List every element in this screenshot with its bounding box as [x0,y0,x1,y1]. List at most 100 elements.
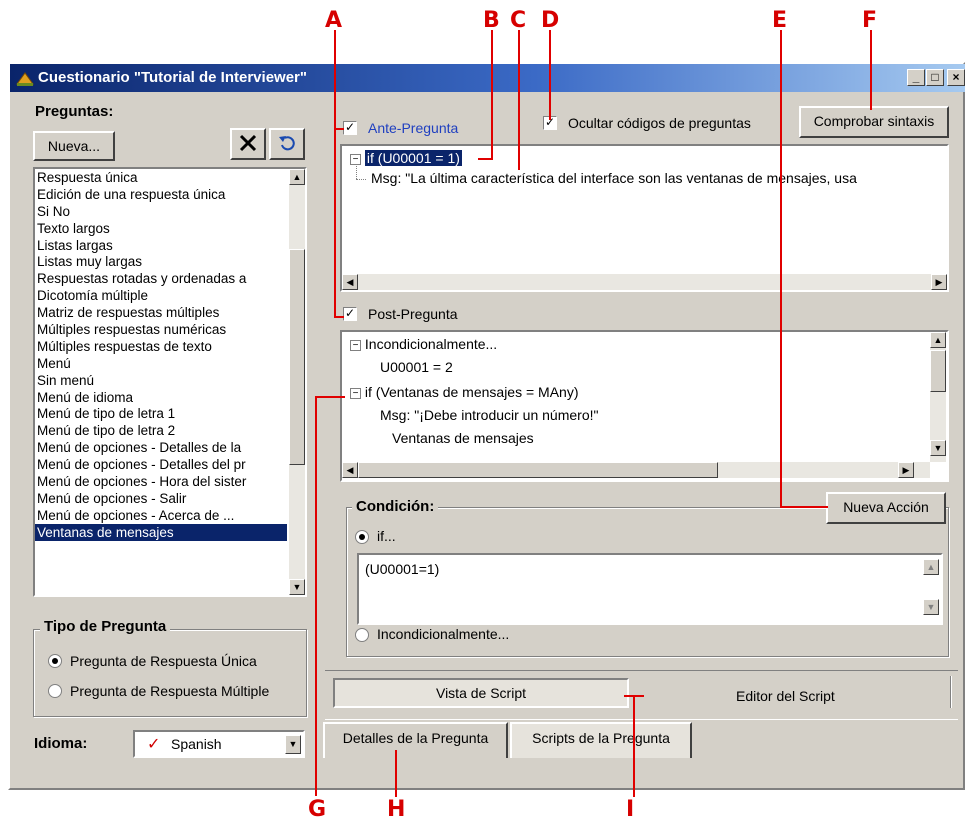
list-item[interactable]: Edición de una respuesta única [35,186,287,203]
list-item[interactable]: Menú de opciones - Detalles de la [35,439,287,456]
radio-single-answer[interactable] [48,654,62,668]
ante-if-node[interactable]: if (U00001 = 1) [364,150,462,166]
tab-question-scripts[interactable]: Scripts de la Pregunta [510,722,692,758]
list-item[interactable]: Menú de tipo de letra 2 [35,422,287,439]
callout-line-a [334,128,336,318]
list-item[interactable]: Sin menú [35,372,287,389]
list-item[interactable]: Matriz de respuestas múltiples [35,304,287,321]
list-item[interactable]: Menú de opciones - Detalles del pr [35,456,287,473]
callout-line-b [491,30,493,160]
post-assign-node[interactable]: U00001 = 2 [380,359,453,375]
radio-unconditional-label: Incondicionalmente... [377,626,510,642]
list-item[interactable]: Respuesta única [35,169,287,186]
list-item[interactable]: Menú de opciones - Hora del sister [35,473,287,490]
list-item[interactable]: Texto largos [35,220,287,237]
language-select[interactable]: ✓ Spanish ▼ [133,730,305,758]
list-item[interactable]: Menú [35,355,287,372]
post-question-tree[interactable]: − Incondicionalmente... U00001 = 2 − if … [340,330,949,482]
list-item[interactable]: Múltiples respuestas numéricas [35,321,287,338]
callout-line-e [780,30,782,508]
radio-unconditional[interactable] [355,628,369,642]
callout-line-h [395,750,397,797]
scroll-down-button[interactable]: ▼ [923,599,939,615]
radio-multiple-answer[interactable] [48,684,62,698]
post-if-node[interactable]: if (Ventanas de mensajes = MAny) [365,384,579,400]
close-button[interactable]: × [947,69,965,86]
list-item[interactable]: Menú de opciones - Acerca de ... [35,507,287,524]
list-item[interactable]: Ventanas de mensajes [35,523,287,541]
app-icon [16,72,34,86]
callout-line-a [334,316,344,318]
list-item[interactable]: Si No [35,203,287,220]
undo-button[interactable] [269,128,305,160]
callout-i: I [626,797,635,822]
undo-icon [279,136,295,151]
tab-strip-line [325,719,958,720]
radio-if[interactable] [355,530,369,544]
post-goto-node[interactable]: Ventanas de mensajes [392,430,534,446]
post-unconditional-node[interactable]: Incondicionalmente... [365,336,497,352]
callout-line-d [549,30,551,120]
scroll-down-button[interactable]: ▼ [289,579,305,595]
list-item[interactable]: Menú de opciones - Salir [35,490,287,507]
condition-scrollbar[interactable]: ▲ ▼ [923,559,939,619]
post-msg-node[interactable]: Msg: "¡Debe introducir un número!" [380,407,598,423]
tree-connector [356,164,357,179]
list-item[interactable]: Listas largas [35,237,287,254]
callout-line-e [780,506,828,508]
window-title: Cuestionario "Tutorial de Interviewer" [38,69,307,86]
tree-collapse-icon: − [350,339,361,351]
ante-msg-node[interactable]: Msg: "La última característica del inter… [371,170,857,186]
tab-question-details[interactable]: Detalles de la Pregunta [323,722,508,758]
questions-list[interactable]: Respuesta única Edición de una respuesta … [33,167,307,597]
hide-codes-label: Ocultar códigos de preguntas [568,115,751,131]
ante-question-tree[interactable]: − if (U00001 = 1) Msg: "La última caract… [340,144,949,292]
scroll-left-button[interactable]: ◀ [342,462,358,478]
scroll-right-button[interactable]: ▶ [898,462,914,478]
scroll-left-button[interactable]: ◀ [342,274,358,290]
post-vertical-scrollbar[interactable]: ▲ ▼ [930,332,946,462]
script-view-label: Vista de Script [435,685,526,701]
ante-horizontal-scrollbar[interactable]: ◀ ▶ [342,274,947,290]
check-syntax-button[interactable]: Comprobar sintaxis [799,106,949,138]
scroll-right-button[interactable]: ▶ [931,274,947,290]
list-item[interactable]: Listas muy largas [35,253,287,270]
ante-question-checkbox[interactable]: ✓ [343,121,357,135]
callout-line-g [315,396,317,796]
scroll-thumb[interactable] [289,249,305,465]
script-editor-tab[interactable]: Editor del Script [736,688,835,704]
list-item[interactable]: Menú de tipo de letra 1 [35,405,287,422]
chevron-down-icon[interactable]: ▼ [285,735,301,754]
condition-expression: (U00001=1) [365,561,440,577]
scroll-up-button[interactable]: ▲ [923,559,939,575]
scroll-thumb[interactable] [358,462,718,478]
scroll-thumb[interactable] [930,350,946,392]
list-item[interactable]: Dicotomía múltiple [35,287,287,304]
minimize-button[interactable]: _ [907,69,925,86]
list-item[interactable]: Respuestas rotadas y ordenadas a [35,270,287,287]
ante-question-label: Ante-Pregunta [368,120,459,136]
post-question-checkbox[interactable]: ✓ [343,307,357,321]
condition-label: Condición: [352,498,439,515]
new-question-button[interactable]: Nueva... [33,131,115,161]
delete-question-button[interactable] [230,128,266,160]
script-view-tab[interactable]: Vista de Script [333,678,629,708]
list-item[interactable]: Múltiples respuestas de texto [35,338,287,355]
language-value: Spanish [171,736,222,752]
condition-expression-input[interactable]: (U00001=1) ▲ ▼ [357,553,943,625]
callout-line-i [624,695,644,697]
scroll-down-button[interactable]: ▼ [930,440,946,456]
post-question-label: Post-Pregunta [368,306,458,322]
title-bar[interactable]: Cuestionario "Tutorial de Interviewer" _… [10,64,965,92]
new-action-button[interactable]: Nueva Acción [826,492,946,524]
questions-scrollbar[interactable]: ▲ ▼ [289,169,305,595]
post-horizontal-scrollbar[interactable]: ◀ ▶ [342,462,930,478]
list-item[interactable]: Menú de idioma [35,389,287,406]
maximize-button[interactable]: □ [926,69,944,86]
scroll-up-button[interactable]: ▲ [930,332,946,348]
radio-if-label: if... [377,528,396,544]
tree-collapse-icon: − [350,387,361,399]
callout-line-i [633,695,635,797]
scroll-up-button[interactable]: ▲ [289,169,305,185]
x-icon [239,134,257,152]
